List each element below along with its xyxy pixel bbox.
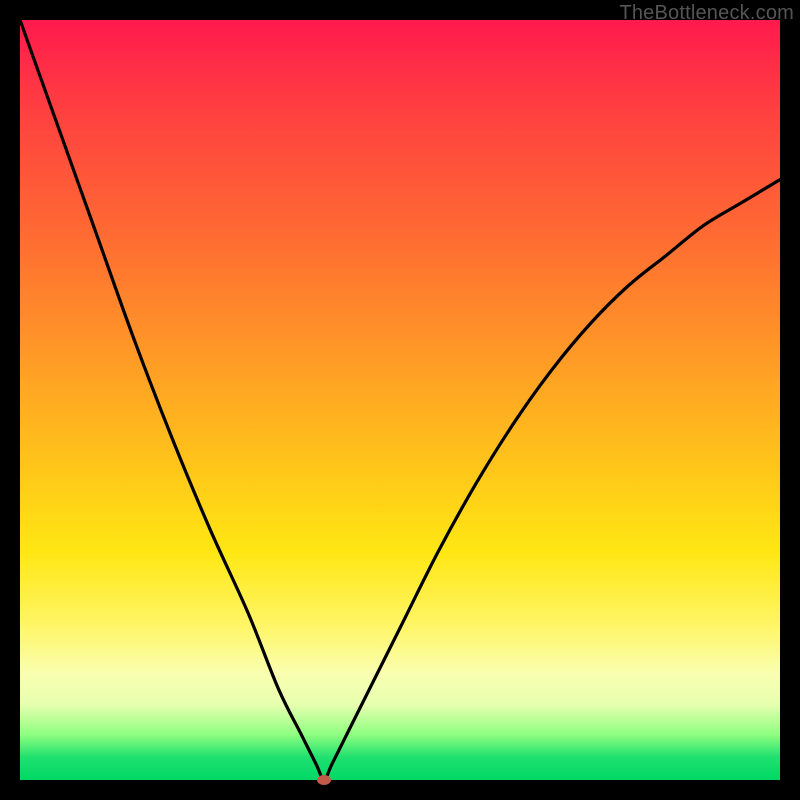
bottleneck-curve: [20, 20, 780, 780]
optimal-point-marker: [317, 775, 331, 785]
chart-frame: [20, 20, 780, 780]
curve-path: [20, 20, 780, 780]
